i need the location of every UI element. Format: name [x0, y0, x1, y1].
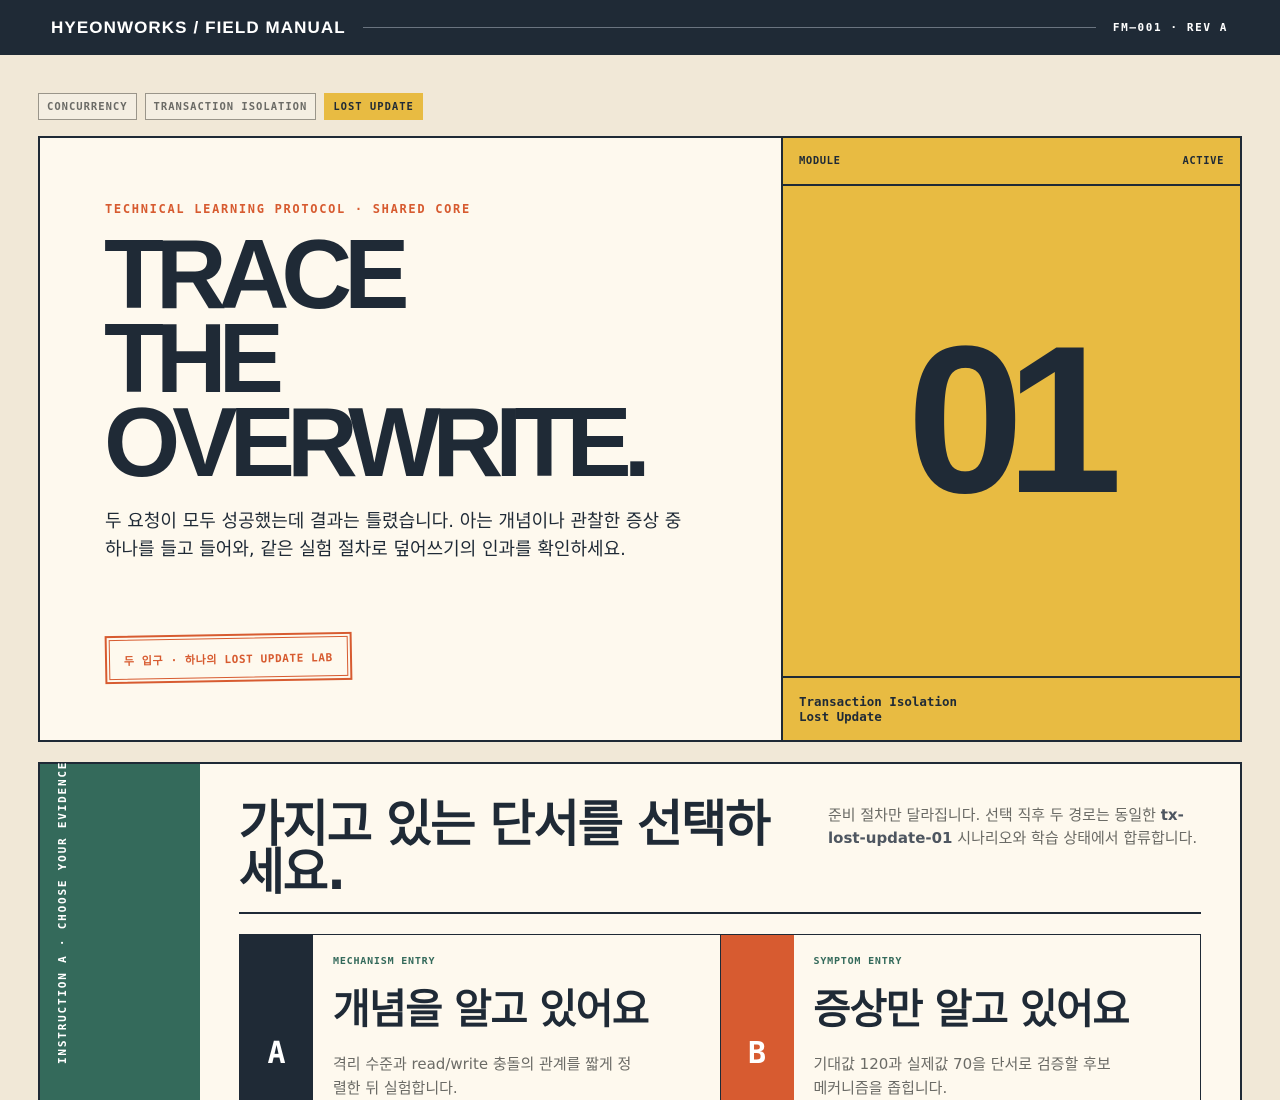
symptom-entry-desc: 기대값 120과 실제값 70을 단서로 검증할 후보 메커니즘을 좁힙니다. [813, 1055, 1111, 1097]
section-note: 준비 절차만 달라집니다. 선택 직후 두 경로는 동일한 tx-lost-up… [828, 804, 1208, 850]
section-title: 가지고 있는 단서를 선택하세요. [239, 795, 771, 901]
symptom-entry-title: 증상만 알고 있어요 [813, 985, 1131, 1033]
module-card: MODULE ACTIVE 01 Transaction Isolation L… [783, 138, 1240, 740]
symptom-entry-kicker: SYMPTOM ENTRY [813, 956, 903, 967]
module-topic: Transaction Isolation [799, 694, 958, 709]
mechanism-entry-desc: 격리 수준과 read/write 충돌의 관계를 짧게 정렬한 뒤 실험합니다… [333, 1055, 632, 1097]
module-number: 01 [907, 302, 1123, 537]
entry-stamp: 두 입구 · 하나의 LOST UPDATE LAB [104, 631, 353, 685]
section-note-lead: 준비 절차만 달라집니다. 선택 직후 두 경로는 동일한 [828, 806, 1161, 824]
section-divider [239, 912, 1201, 914]
tag-transaction-isolation[interactable]: TRANSACTION ISOLATION [144, 93, 317, 120]
mechanism-entry-title: 개념을 알고 있어요 [333, 985, 650, 1033]
tag-concurrency[interactable]: CONCURRENCY [38, 93, 137, 120]
symptom-entry-card[interactable]: B SYMPTOM ENTRY 증상만 알고 있어요 기대값 120과 실제값 … [719, 935, 1201, 1100]
hero-panel: TECHNICAL LEARNING PROTOCOL · SHARED COR… [38, 136, 1242, 742]
header-divider [362, 27, 1096, 28]
instruction-label: INSTRUCTION A · CHOOSE YOUR EVIDENCE [56, 760, 69, 1064]
protocol-label: TECHNICAL LEARNING PROTOCOL · SHARED COR… [105, 202, 471, 216]
section-sidebar: INSTRUCTION A · CHOOSE YOUR EVIDENCE [40, 760, 200, 1100]
option-b-badge: B [720, 935, 794, 1100]
mechanism-entry-card[interactable]: A MECHANISM ENTRY 개념을 알고 있어요 격리 수준과 read… [240, 935, 720, 1100]
module-label: MODULE [799, 155, 841, 167]
module-footer: Transaction Isolation Lost Update [783, 676, 1240, 740]
mechanism-entry-kicker: MECHANISM ENTRY [333, 956, 436, 967]
evidence-section: INSTRUCTION A · CHOOSE YOUR EVIDENCE 가지고… [38, 760, 1242, 1100]
headline-line-3: OVERWRITE. [104, 387, 651, 497]
tag-lost-update[interactable]: LOST UPDATE [324, 93, 423, 120]
symptom-entry-body: SYMPTOM ENTRY 증상만 알고 있어요 기대값 120과 실제값 70… [794, 935, 1201, 1100]
module-subtopic: Lost Update [799, 709, 882, 724]
section-main: 가지고 있는 단서를 선택하세요. 준비 절차만 달라집니다. 선택 직후 두 … [200, 764, 1240, 1100]
mechanism-entry-body: MECHANISM ENTRY 개념을 알고 있어요 격리 수준과 read/w… [313, 935, 720, 1100]
hero-intro-text: 두 요청이 모두 성공했는데 결과는 틀렸습니다. 아는 개념이나 관찰한 증상… [105, 511, 682, 560]
option-a-badge: A [240, 935, 313, 1100]
top-bar: HYEONWORKS / FIELD MANUAL FM–001 · REV A [0, 0, 1280, 55]
hero-intro: TECHNICAL LEARNING PROTOCOL · SHARED COR… [40, 138, 783, 740]
module-status: ACTIVE [1182, 155, 1224, 167]
topic-tags: CONCURRENCY TRANSACTION ISOLATION LOST U… [38, 93, 423, 120]
entry-options: A MECHANISM ENTRY 개념을 알고 있어요 격리 수준과 read… [239, 934, 1201, 1100]
stamp-text: 두 입구 · 하나의 LOST UPDATE LAB [108, 635, 349, 681]
module-number-area: 01 [783, 186, 1240, 676]
document-id: FM–001 · REV A [1112, 21, 1228, 34]
module-bar: MODULE ACTIVE [783, 138, 1240, 186]
section-note-tail: 시나리오와 학습 상태에서 합류합니다. [952, 829, 1198, 847]
hero-headline: TRACE THE OVERWRITE. [104, 225, 764, 497]
brand-title[interactable]: HYEONWORKS / FIELD MANUAL [51, 18, 346, 38]
